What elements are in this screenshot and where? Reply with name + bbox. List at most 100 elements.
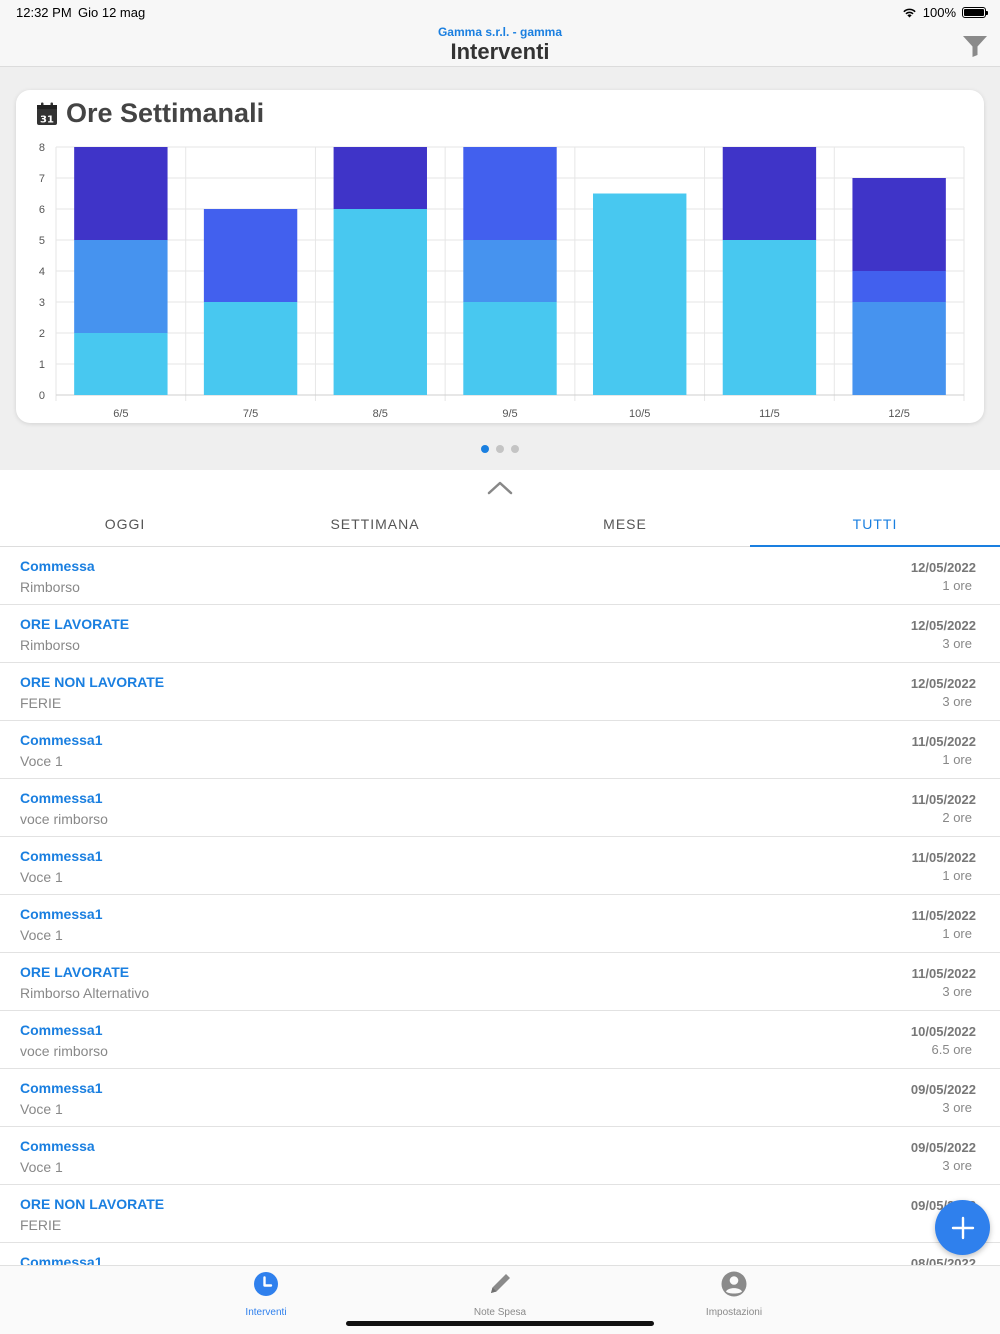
list-item[interactable]: Commessa1 Voce 1 11/05/2022 1 ore [0,721,1000,779]
chart-title: Ore Settimanali [66,98,265,128]
tabbar-item-note-spesa[interactable]: Note Spesa [440,1270,560,1318]
item-subtitle: Rimborso [20,637,80,653]
item-title: Commessa1 [20,790,103,806]
interventi-list[interactable]: Commessa Rimborso 12/05/2022 1 ore ORE L… [0,547,1000,1265]
list-item[interactable]: Commessa1 voce rimborso 11/05/2022 2 ore [0,779,1000,837]
status-indicators: 100% [902,5,988,20]
list-item[interactable]: Commessa1 Voce 1 09/05/2022 3 ore [0,1069,1000,1127]
x-tick-label: 10/5 [629,408,650,420]
bar-segment [722,240,817,395]
item-date: 11/05/2022 [911,850,976,865]
item-title: Commessa1 [20,906,103,922]
item-hours: 1 ore [942,926,972,941]
item-subtitle: Rimborso Alternativo [20,985,150,1001]
bar-segment [463,147,557,240]
list-item[interactable]: Commessa Voce 1 09/05/2022 3 ore [0,1127,1000,1185]
item-title: ORE LAVORATE [20,616,130,632]
x-tick-label: 11/5 [759,408,780,420]
item-title: Commessa1 [20,1080,103,1096]
y-tick-label: 0 [39,390,45,402]
nav-header: Gamma s.r.l. - gamma Interventi [0,24,1000,67]
page-title: Interventi [450,39,550,64]
tabbar-item-impostazioni[interactable]: Impostazioni [674,1270,794,1318]
tab-mese[interactable]: MESE [500,500,750,546]
x-tick-label: 8/5 [373,408,388,420]
item-date: 11/05/2022 [911,966,976,981]
item-hours: 3 ore [942,984,972,999]
y-tick-label: 3 [39,297,45,309]
item-subtitle: Voce 1 [20,927,63,943]
wifi-icon [903,8,916,18]
tab-settimana[interactable]: SETTIMANA [250,500,500,546]
bar-segment [333,147,427,209]
item-date: 11/05/2022 [911,908,976,923]
list-item[interactable]: ORE LAVORATE Rimborso Alternativo 11/05/… [0,953,1000,1011]
weekly-hours-chart: 0 1 2 3 4 5 6 7 8 6/5 7/5 8/5 9/5 10/5 11/5 12/5 [39,142,965,420]
plus-icon [951,1216,974,1239]
list-item[interactable]: ORE NON LAVORATE FERIE 09/05/2022 [0,1185,1000,1243]
item-subtitle: Voce 1 [20,1101,63,1117]
bar-segment [852,302,946,395]
y-tick-label: 4 [39,266,45,278]
bar-segment [593,193,687,395]
bar-segment [74,333,168,395]
bar-segment [463,240,557,302]
item-title: ORE LAVORATE [20,964,130,980]
item-title: ORE NON LAVORATE [20,674,165,690]
item-title: Commessa [20,558,95,574]
bar-segment [203,209,298,302]
item-date: 08/05/2022 [910,1256,976,1265]
battery-percent: 100% [922,5,956,20]
list-item[interactable]: Commessa1 Voce 1 11/05/2022 1 ore [0,895,1000,953]
item-hours: 3 ore [942,1158,972,1173]
bar-segment [74,147,168,240]
page-dot-1[interactable] [481,445,489,453]
item-subtitle: Voce 1 [20,1159,63,1175]
item-date: 12/05/2022 [910,618,976,633]
list-item[interactable]: ORE LAVORATE Rimborso 12/05/2022 3 ore [0,605,1000,663]
list-item[interactable]: Commessa1 voce rimborso 10/05/2022 6.5 o… [0,1011,1000,1069]
item-hours: 1 ore [942,752,972,767]
chart-header: 31 Ore Settimanali [36,98,264,129]
list-item[interactable]: ORE NON LAVORATE FERIE 12/05/2022 3 ore [0,663,1000,721]
chart-carousel[interactable]: 0 1 2 3 4 5 6 7 8 6/5 7/5 8/5 9/5 10/5 11/5 12/5 31 Ore… [0,67,1000,470]
item-hours: 2 ore [942,810,972,825]
list-item[interactable]: Commessa1 08/05/2022 [0,1243,1000,1265]
x-tick-label: 12/5 [888,408,909,420]
x-tick-label: 7/5 [243,408,258,420]
add-intervento-button[interactable] [935,1200,990,1255]
y-tick-label: 5 [39,235,45,247]
item-subtitle: FERIE [20,1217,62,1233]
tab-oggi[interactable]: OGGI [0,500,250,546]
item-subtitle: Voce 1 [20,753,63,769]
item-title: ORE NON LAVORATE [20,1196,165,1212]
item-subtitle: voce rimborso [20,811,108,827]
x-tick-label: 9/5 [502,408,517,420]
item-date: 11/05/2022 [911,792,976,807]
page-dot-3[interactable] [511,445,519,453]
clock-icon [254,1272,278,1296]
status-bar: 12:32 PM Gio 12 mag 100% [0,0,1000,24]
item-hours: 3 ore [942,636,972,651]
page-indicator[interactable] [0,445,1000,453]
bar-segment [722,147,817,240]
tabbar-item-interventi[interactable]: Interventi [206,1270,326,1318]
list-item[interactable]: Commessa Rimborso 12/05/2022 1 ore [0,547,1000,605]
chevron-up-icon[interactable] [487,478,513,498]
weekly-hours-card: 0 1 2 3 4 5 6 7 8 6/5 7/5 8/5 9/5 10/5 11/5 12/5 31 Ore… [16,90,984,423]
item-date: 09/05/2022 [910,1140,976,1155]
tabbar-label: Impostazioni [705,1307,763,1318]
filter-icon[interactable] [962,34,988,58]
item-date: 10/05/2022 [910,1024,976,1039]
item-title: Commessa1 [20,1022,103,1038]
page-dot-2[interactable] [496,445,504,453]
item-hours: 6.5 ore [931,1042,972,1057]
company-subtitle: Gamma s.r.l. - gamma [437,25,563,39]
tabbar-label: Interventi [245,1307,287,1318]
item-date: 09/05/2022 [910,1082,976,1097]
list-item[interactable]: Commessa1 Voce 1 11/05/2022 1 ore [0,837,1000,895]
home-indicator [346,1321,654,1326]
item-subtitle: FERIE [20,695,62,711]
tab-tutti[interactable]: TUTTI [750,500,1000,547]
x-tick-label: 6/5 [113,408,128,420]
